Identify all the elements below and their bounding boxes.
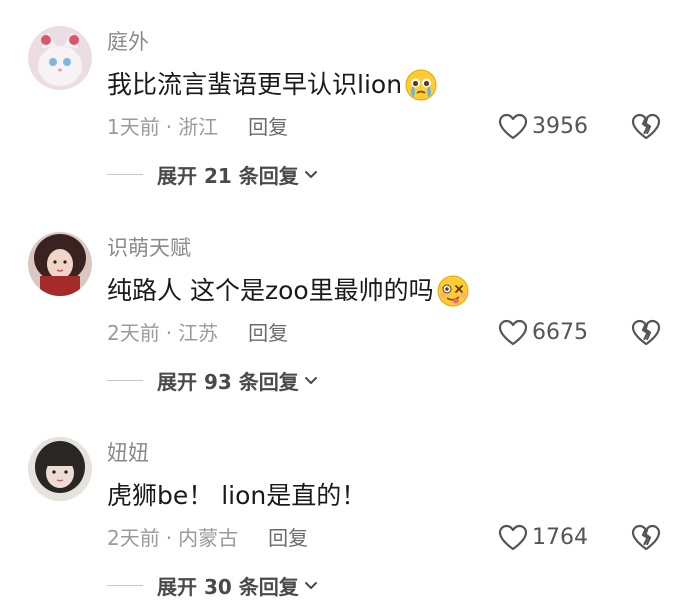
comment-body: 虎狮be！ lion是直的！ [107,481,367,510]
avatar[interactable] [28,26,92,90]
expand-replies-button[interactable]: 展开 30 条回复 [157,571,319,600]
timestamp: 2天前 [107,526,160,550]
chevron-down-icon [304,171,317,178]
separator-dot: · [165,115,173,139]
like-button[interactable]: 1764 [498,521,588,555]
username[interactable]: 庭外 [107,28,149,56]
username[interactable]: 妞妞 [107,439,149,467]
timestamp: 1天前 [107,115,160,139]
expand-replies-button[interactable]: 展开 93 条回复 [157,366,319,395]
woozy-face-emoji-icon [436,274,470,308]
comment-meta: 2天前 · 江苏 回复 [107,318,288,348]
like-count: 6675 [532,320,588,345]
separator-dot: · [165,321,173,345]
reply-button[interactable]: 回复 [248,112,288,142]
expand-replies: 展开 93 条回复 [107,364,319,396]
crying-face-emoji-icon [404,68,438,102]
separator-dot: · [165,526,173,550]
like-button[interactable]: 6675 [498,316,588,350]
broken-heart-icon [631,524,661,551]
dislike-button[interactable] [630,317,662,349]
expand-replies-label: 展开 93 条回复 [157,369,299,394]
like-count: 1764 [532,525,588,550]
heart-icon [498,113,528,140]
username[interactable]: 识萌天赋 [107,234,191,262]
expand-replies: 展开 21 条回复 [107,158,319,190]
chevron-down-icon [304,582,317,589]
like-count: 3956 [532,114,588,139]
heart-icon [498,319,528,346]
divider-line [107,379,143,381]
comment-meta: 2天前 · 内蒙古 回复 [107,523,308,553]
location: 江苏 [178,321,219,345]
comment-text: 我比流言蜚语更早认识lion [107,68,438,102]
comment-body: 纯路人 这个是zoo里最帅的吗 [107,276,434,305]
comment-body: 我比流言蜚语更早认识lion [107,70,403,99]
avatar[interactable] [28,232,92,296]
comment-text: 虎狮be！ lion是直的！ [107,479,366,513]
broken-heart-icon [631,113,661,140]
comment-text: 纯路人 这个是zoo里最帅的吗 [107,274,470,308]
heart-icon [498,524,528,551]
avatar[interactable] [28,437,92,501]
chevron-down-icon [304,377,317,384]
timestamp: 2天前 [107,321,160,345]
divider-line [107,173,143,175]
dislike-button[interactable] [630,111,662,143]
expand-replies-label: 展开 30 条回复 [157,574,299,599]
expand-replies: 展开 30 条回复 [107,569,319,601]
reply-button[interactable]: 回复 [248,318,288,348]
like-button[interactable]: 3956 [498,110,588,144]
divider-line [107,584,143,586]
dislike-button[interactable] [630,522,662,554]
expand-replies-button[interactable]: 展开 21 条回复 [157,160,319,189]
reply-button[interactable]: 回复 [268,523,308,553]
expand-replies-label: 展开 21 条回复 [157,163,299,188]
broken-heart-icon [631,319,661,346]
location: 内蒙古 [178,526,239,550]
comment-meta: 1天前 · 浙江 回复 [107,112,288,142]
location: 浙江 [178,115,219,139]
